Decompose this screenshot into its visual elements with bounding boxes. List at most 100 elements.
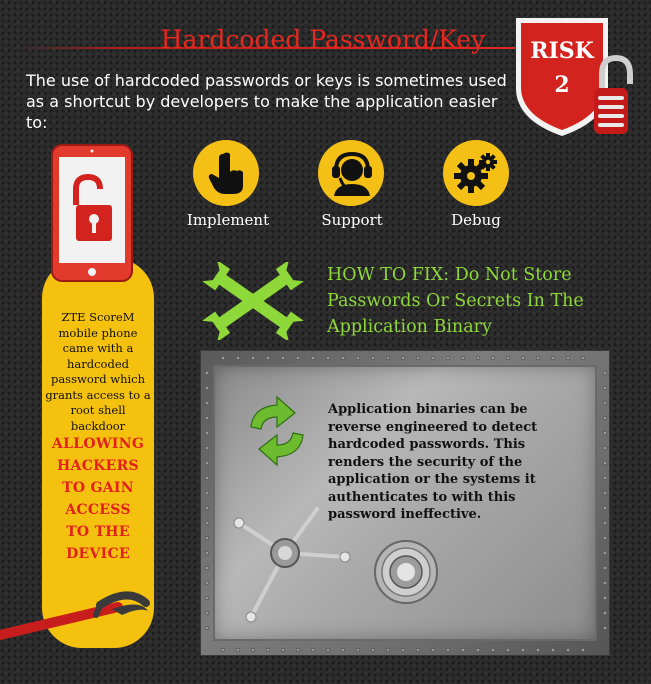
rivet <box>204 565 210 571</box>
intro-text: The use of hardcoded passwords or keys i… <box>26 71 507 132</box>
rivet <box>602 460 608 466</box>
rivet <box>430 647 436 653</box>
support-label: Support <box>321 211 383 229</box>
alarm-line: DEVICE <box>66 546 130 562</box>
rivet <box>340 647 346 653</box>
crossed-wrenches-icon <box>202 262 304 340</box>
rivet <box>204 430 210 436</box>
rivet <box>520 647 526 653</box>
rivet <box>602 520 608 526</box>
rivet <box>505 647 511 653</box>
rivet <box>602 505 608 511</box>
alarm-line: ACCESS <box>65 502 131 518</box>
risk-badge: RISK 2 <box>516 18 633 136</box>
rivet <box>204 370 210 376</box>
rivet <box>204 580 210 586</box>
alarm-line: HACKERS <box>57 458 139 474</box>
debug-icon-circle <box>443 140 509 206</box>
crowbar-icon <box>0 591 150 640</box>
rivet <box>295 647 301 653</box>
rivet <box>310 355 316 361</box>
rivet <box>204 445 210 451</box>
rivet <box>204 595 210 601</box>
rivet <box>355 647 361 653</box>
rivet <box>505 355 511 361</box>
rivet <box>602 415 608 421</box>
rivet <box>550 647 556 653</box>
implement-label: Implement <box>186 211 270 229</box>
rivet <box>535 647 541 653</box>
refresh-icon <box>250 395 304 467</box>
alarm-line: TO THE <box>66 524 130 540</box>
rivet <box>355 355 361 361</box>
rivet <box>602 580 608 586</box>
rivet <box>602 370 608 376</box>
rivet <box>565 355 571 361</box>
alarm-line: ALLOWING <box>51 436 145 452</box>
rivet <box>445 647 451 653</box>
rivet <box>385 647 391 653</box>
rivet <box>602 565 608 571</box>
vault-panel: Application binaries can be reverse engi… <box>200 350 610 656</box>
rivet <box>400 355 406 361</box>
rivet <box>204 505 210 511</box>
rivet <box>445 355 451 361</box>
tablet-icon <box>51 144 133 282</box>
page-title: Hardcoded Password/Key <box>160 25 486 54</box>
headset-icon <box>332 151 372 196</box>
rivet <box>490 355 496 361</box>
rivet <box>550 355 556 361</box>
rivet <box>400 647 406 653</box>
rivet <box>565 647 571 653</box>
rivet <box>430 355 436 361</box>
rivet <box>602 550 608 556</box>
risk-number: 2 <box>554 72 569 98</box>
rivet <box>235 355 241 361</box>
rivet <box>580 647 586 653</box>
rivet <box>460 647 466 653</box>
rivet <box>204 625 210 631</box>
rivet <box>602 625 608 631</box>
rivet <box>204 550 210 556</box>
combination-dial-icon <box>374 540 438 604</box>
rivet <box>204 475 210 481</box>
rivet <box>235 647 241 653</box>
rivet <box>602 535 608 541</box>
rivet <box>602 430 608 436</box>
rivet <box>580 355 586 361</box>
gears-icon <box>454 153 497 193</box>
rivet <box>415 647 421 653</box>
rivet <box>204 460 210 466</box>
risk-label: RISK <box>530 38 594 64</box>
rivet <box>310 647 316 653</box>
rivet <box>204 400 210 406</box>
rivet <box>265 647 271 653</box>
rivet <box>535 355 541 361</box>
rivet <box>340 355 346 361</box>
rivet <box>204 415 210 421</box>
vault-handle-icon <box>233 507 351 623</box>
rivet <box>204 520 210 526</box>
rivet <box>325 647 331 653</box>
rivet <box>602 595 608 601</box>
rivet <box>370 647 376 653</box>
rivet <box>204 610 210 616</box>
vault-text: Application binaries can be reverse engi… <box>328 402 538 522</box>
rivet <box>475 647 481 653</box>
rivet <box>280 647 286 653</box>
rivet <box>280 355 286 361</box>
alarm-line: TO GAIN <box>62 480 134 496</box>
padlock-icon <box>594 54 633 134</box>
how-to-fix-heading: HOW TO FIX: Do Not Store Passwords Or Se… <box>327 265 584 337</box>
support-icon-circle <box>318 140 384 206</box>
rivet <box>602 490 608 496</box>
rivet <box>415 355 421 361</box>
rivet <box>602 475 608 481</box>
rivet <box>602 445 608 451</box>
pointing-hand-icon <box>208 152 243 194</box>
rivet <box>204 535 210 541</box>
rivet <box>475 355 481 361</box>
rivet <box>490 647 496 653</box>
rivet <box>460 355 466 361</box>
rivet <box>220 355 226 361</box>
